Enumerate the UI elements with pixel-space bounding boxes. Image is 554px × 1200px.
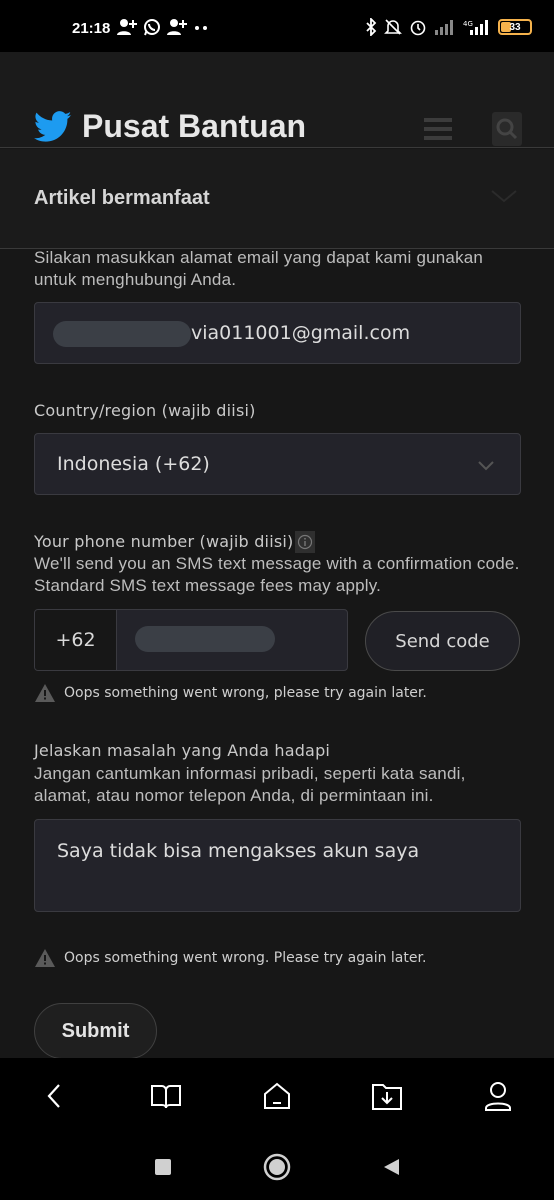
back-icon[interactable] <box>37 1078 73 1114</box>
person-add-icon <box>167 19 187 35</box>
status-bar: 21:18 4G 33 <box>0 0 554 52</box>
recents-icon[interactable] <box>148 1152 178 1182</box>
chevron-down-icon <box>478 461 494 471</box>
home-icon[interactable] <box>262 1152 292 1182</box>
warning-icon <box>35 949 55 967</box>
page-title: Pusat Bantuan <box>82 108 307 144</box>
status-left-icons <box>117 18 209 36</box>
phone-prefix-value: +62 <box>55 629 96 651</box>
brand[interactable]: Pusat Bantuan <box>34 108 306 145</box>
signal-icon <box>435 20 453 35</box>
problem-value: Saya tidak bisa mengakses akun saya <box>57 840 420 862</box>
hamburger-icon[interactable] <box>424 118 452 142</box>
home-icon[interactable] <box>259 1078 295 1114</box>
email-field[interactable]: via011001@gmail.com <box>34 302 521 364</box>
browser-toolbar <box>0 1058 554 1132</box>
4g-signal-icon: 4G <box>463 20 488 35</box>
warning-icon <box>35 684 55 702</box>
problem-description: Jangan cantumkan informasi pribadi, sepe… <box>34 764 466 805</box>
redacted-blur <box>135 626 275 652</box>
phone-label-row: Your phone number (wajib diisi) <box>34 531 316 553</box>
alarm-icon <box>410 20 426 36</box>
whatsapp-icon <box>144 19 160 36</box>
phone-prefix: +62 <box>35 610 117 670</box>
search-icon <box>496 118 518 140</box>
bookmarks-icon[interactable] <box>148 1078 184 1114</box>
country-select[interactable]: Indonesia (+62) <box>34 433 521 495</box>
phone-error-text: Oops something went wrong, please try ag… <box>64 685 427 701</box>
form-error-text: Oops something went wrong. Please try ag… <box>64 950 427 966</box>
country-value: Indonesia (+62) <box>57 453 210 475</box>
status-time: 21:18 <box>72 20 111 37</box>
status-right-icons: 4G 33 <box>365 18 532 36</box>
problem-textarea[interactable]: Saya tidak bisa mengakses akun saya <box>34 819 521 912</box>
battery-indicator: 33 <box>498 19 532 35</box>
search-button[interactable] <box>492 112 522 146</box>
chevron-down-icon <box>491 190 517 203</box>
country-label: Country/region (wajib diisi) <box>34 401 256 420</box>
form-error: Oops something went wrong. Please try ag… <box>34 948 426 968</box>
more-dots-icon <box>195 26 207 30</box>
send-code-button[interactable]: Send code <box>365 611 520 671</box>
twitter-bird-icon <box>34 110 72 142</box>
back-icon[interactable] <box>376 1152 406 1182</box>
email-description: Silakan masukkan alamat email yang dapat… <box>34 248 484 289</box>
section-dropdown[interactable]: Artikel bermanfaat <box>0 149 554 249</box>
problem-label: Jelaskan masalah yang Anda hadapi <box>34 741 331 760</box>
mute-icon <box>384 19 402 35</box>
person-add-icon <box>117 19 137 35</box>
downloads-icon[interactable] <box>369 1078 405 1114</box>
info-icon[interactable] <box>295 531 316 553</box>
email-value: via011001@gmail.com <box>191 322 411 344</box>
phone-error: Oops something went wrong, please try ag… <box>34 683 427 703</box>
section-label: Artikel bermanfaat <box>34 187 210 209</box>
svg-text:4G: 4G <box>463 20 473 28</box>
bluetooth-icon <box>366 18 377 36</box>
phone-input[interactable]: +62 <box>34 609 348 671</box>
submit-button[interactable]: Submit <box>34 1003 157 1059</box>
battery-level: 33 <box>509 21 521 33</box>
profile-icon[interactable] <box>480 1078 516 1114</box>
redacted-blur <box>53 321 191 347</box>
phone-description: We'll send you an SMS text message with … <box>34 554 520 595</box>
system-nav-bar <box>0 1132 554 1200</box>
phone-label: Your phone number (wajib diisi) <box>34 532 294 551</box>
site-header: Pusat Bantuan <box>0 52 554 148</box>
